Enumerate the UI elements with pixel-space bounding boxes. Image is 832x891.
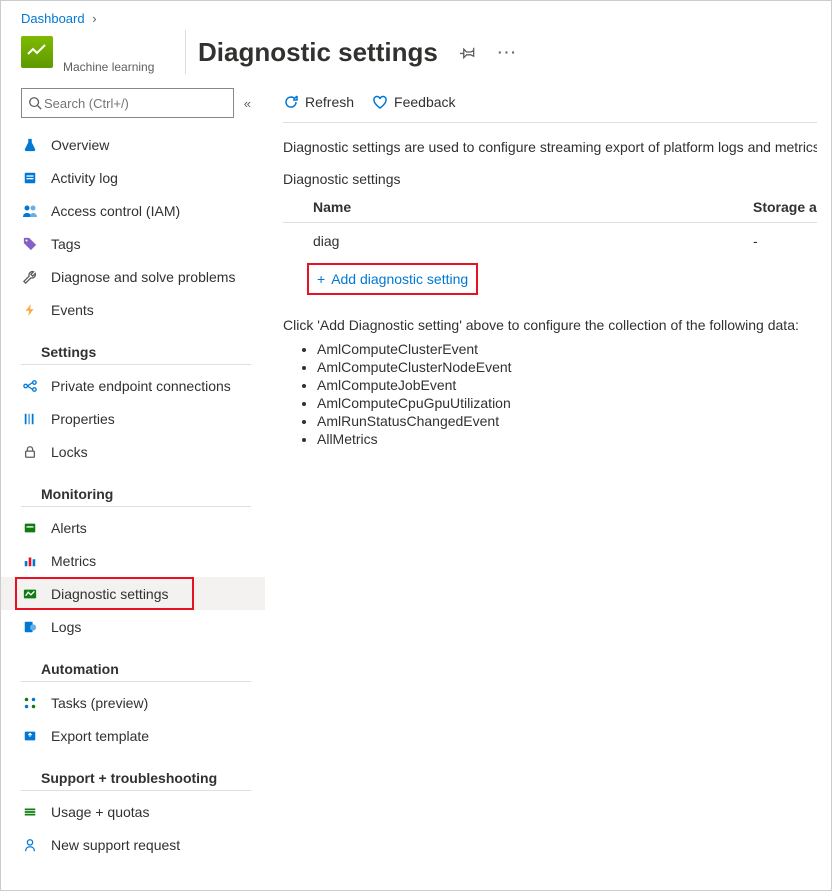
page-header: Machine learning Diagnostic settings ···: [1, 30, 831, 82]
breadcrumb-dashboard[interactable]: Dashboard: [21, 11, 85, 26]
resource-type: Machine learning: [63, 60, 173, 74]
description-text: Diagnostic settings are used to configur…: [283, 139, 817, 155]
sidebar-section-settings: Settings: [21, 334, 251, 365]
network-icon: [21, 379, 39, 393]
col-storage: Storage ac: [753, 199, 817, 215]
sidebar-item-diagnose-solve[interactable]: Diagnose and solve problems: [1, 260, 265, 293]
collapse-sidebar-icon[interactable]: «: [244, 96, 251, 111]
table-row[interactable]: diag -: [283, 222, 817, 259]
sidebar-item-logs[interactable]: Logs: [1, 610, 265, 643]
hint-text: Click 'Add Diagnostic setting' above to …: [283, 317, 817, 333]
diagnostic-icon: [21, 587, 39, 601]
main-panel: Refresh Feedback Diagnostic settings are…: [265, 82, 831, 890]
people-icon: [21, 204, 39, 218]
metrics-icon: [21, 554, 39, 568]
search-input[interactable]: [21, 88, 234, 118]
section-heading: Diagnostic settings: [283, 171, 817, 187]
sidebar-item-tags[interactable]: Tags: [1, 227, 265, 260]
sidebar-item-activity-log[interactable]: Activity log: [1, 161, 265, 194]
breadcrumb: Dashboard ›: [1, 9, 831, 30]
export-icon: [21, 729, 39, 743]
sidebar-item-export-template[interactable]: Export template: [1, 719, 265, 752]
list-item: AllMetrics: [317, 431, 817, 447]
add-diagnostic-setting-link[interactable]: + Add diagnostic setting: [307, 263, 478, 295]
tag-icon: [21, 237, 39, 251]
list-item: AmlComputeJobEvent: [317, 377, 817, 393]
plus-icon: +: [317, 271, 325, 287]
sidebar-item-diagnostic-settings[interactable]: Diagnostic settings: [1, 577, 265, 610]
feedback-button[interactable]: Feedback: [372, 94, 455, 110]
logs-icon: [21, 620, 39, 634]
page-title: Diagnostic settings: [198, 37, 438, 68]
divider: [185, 30, 186, 74]
data-categories-list: AmlComputeClusterEvent AmlComputeCluster…: [317, 341, 817, 447]
list-item: AmlComputeCpuGpuUtilization: [317, 395, 817, 411]
tasks-icon: [21, 696, 39, 710]
flask-icon: [21, 138, 39, 152]
sidebar-item-new-support[interactable]: New support request: [1, 828, 265, 861]
quota-icon: [21, 805, 39, 819]
toolbar: Refresh Feedback: [283, 82, 817, 123]
col-name: Name: [313, 199, 753, 215]
sidebar-section-monitoring: Monitoring: [21, 476, 251, 507]
sidebar-item-events[interactable]: Events: [1, 293, 265, 326]
lock-icon: [21, 445, 39, 459]
list-item: AmlRunStatusChangedEvent: [317, 413, 817, 429]
refresh-button[interactable]: Refresh: [283, 94, 354, 110]
sidebar: « Overview Activity log Access control (…: [1, 82, 265, 890]
sidebar-section-automation: Automation: [21, 651, 251, 682]
search-icon: [28, 96, 42, 110]
heart-icon: [372, 94, 388, 110]
properties-icon: [21, 412, 39, 426]
refresh-icon: [283, 94, 299, 110]
pin-icon[interactable]: [456, 40, 480, 64]
sidebar-item-alerts[interactable]: Alerts: [1, 511, 265, 544]
sidebar-item-tasks[interactable]: Tasks (preview): [1, 686, 265, 719]
sidebar-item-properties[interactable]: Properties: [1, 402, 265, 435]
diagnostic-settings-table: Name Storage ac diag -: [283, 193, 817, 259]
sidebar-item-private-endpoint[interactable]: Private endpoint connections: [1, 369, 265, 402]
alerts-icon: [21, 521, 39, 535]
resource-icon: [21, 36, 53, 68]
sidebar-section-support: Support + troubleshooting: [21, 760, 251, 791]
log-icon: [21, 171, 39, 185]
sidebar-item-metrics[interactable]: Metrics: [1, 544, 265, 577]
chevron-right-icon: ›: [92, 11, 96, 26]
sidebar-item-usage-quotas[interactable]: Usage + quotas: [1, 795, 265, 828]
support-icon: [21, 838, 39, 852]
sidebar-item-overview[interactable]: Overview: [1, 128, 265, 161]
list-item: AmlComputeClusterNodeEvent: [317, 359, 817, 375]
list-item: AmlComputeClusterEvent: [317, 341, 817, 357]
more-icon[interactable]: ···: [496, 40, 520, 64]
wrench-icon: [21, 270, 39, 284]
sidebar-item-access-control[interactable]: Access control (IAM): [1, 194, 265, 227]
lightning-icon: [21, 303, 39, 317]
sidebar-item-locks[interactable]: Locks: [1, 435, 265, 468]
